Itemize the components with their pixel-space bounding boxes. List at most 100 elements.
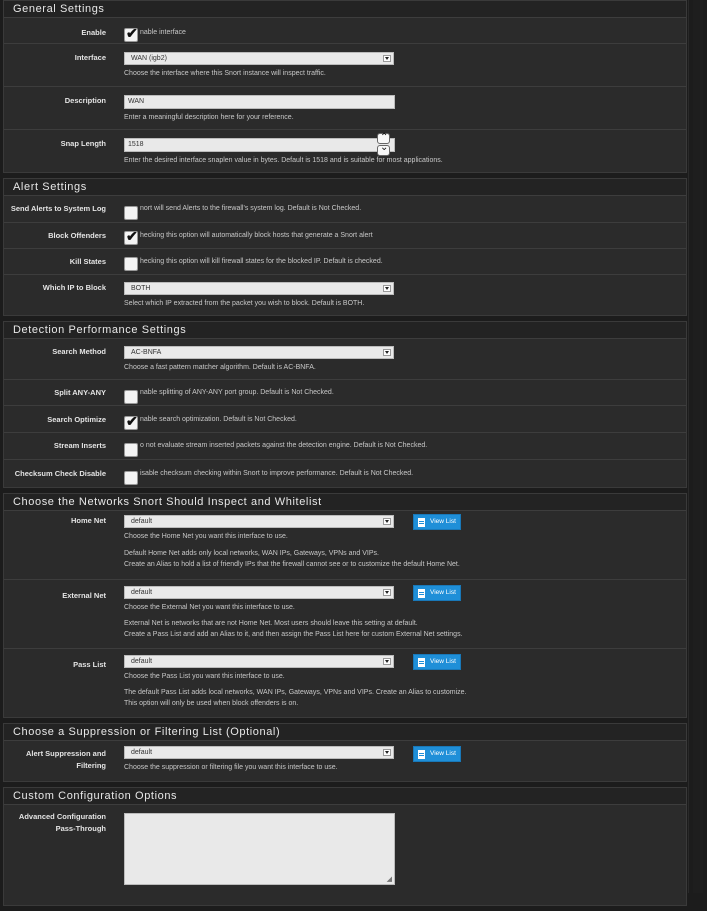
detection-settings-panel: Detection Performance Settings Search Me…	[3, 321, 687, 488]
external-net-select[interactable]: default	[124, 586, 394, 599]
search-optimize-row: Search Optimize ✔ nable search optimizat…	[4, 406, 686, 433]
which-ip-select[interactable]: BOTH	[124, 282, 394, 295]
document-icon	[418, 518, 425, 527]
external-net-row: External Net default Choose the External…	[4, 580, 686, 649]
kill-states-checkbox[interactable]	[124, 257, 138, 271]
help-text: Create a Pass List and add an Alias to i…	[124, 631, 463, 638]
home-net-select[interactable]: default	[124, 515, 394, 528]
search-method-select[interactable]: AC-BNFA	[124, 346, 394, 359]
select-value: AC-BNFA	[131, 349, 162, 356]
panel-title: Alert Settings	[4, 179, 686, 196]
field-label: External Net	[62, 591, 106, 600]
field-label: Pass List	[73, 660, 106, 669]
split-checkbox[interactable]	[124, 390, 138, 404]
checkmark-icon: ✔	[126, 228, 138, 244]
interface-row: Interface WAN (igb2) Choose the interfac…	[4, 44, 686, 87]
scrollbar-thumb[interactable]	[693, 0, 703, 893]
label-line: Alert Suppression and	[25, 749, 106, 758]
chevron-down-icon	[383, 518, 391, 525]
interface-select[interactable]: WAN (igb2)	[124, 52, 394, 65]
view-list-button[interactable]: View List	[413, 514, 461, 530]
panel-title: General Settings	[4, 1, 686, 18]
chevron-down-icon	[383, 285, 391, 292]
button-label: View List	[430, 589, 456, 596]
select-value: default	[131, 658, 153, 665]
document-icon	[418, 589, 425, 598]
checksum-row: Checksum Check Disable isable checksum c…	[4, 460, 686, 487]
label-line: Filtering	[76, 761, 106, 770]
kill-states-row: Kill States hecking this option will kil…	[4, 249, 686, 275]
enable-text: nable interface	[140, 29, 186, 36]
input-value: 1518	[128, 141, 144, 148]
checkbox-text: hecking this option will automatically b…	[140, 232, 373, 239]
pass-list-select[interactable]: default	[124, 655, 394, 668]
help-text: Select which IP extracted from the packe…	[124, 300, 365, 307]
suppression-select[interactable]: default	[124, 746, 394, 759]
field-label: Search Method	[52, 347, 106, 356]
button-label: View List	[430, 658, 456, 665]
stream-inserts-checkbox[interactable]	[124, 443, 138, 457]
which-ip-row: Which IP to Block BOTH Select which IP e…	[4, 275, 686, 315]
panel-title: Choose the Networks Snort Should Inspect…	[4, 494, 686, 511]
settings-page: General Settings Enable ✔ nable interfac…	[3, 0, 687, 911]
split-row: Split ANY-ANY nable splitting of ANY-ANY…	[4, 380, 686, 406]
checkbox-text: nable splitting of ANY-ANY port group. D…	[140, 389, 334, 396]
snaplen-row: Snap Length 1518 ⌃ ⌄ Enter the desired i…	[4, 130, 686, 172]
search-optimize-checkbox[interactable]: ✔	[124, 413, 138, 430]
select-value: BOTH	[131, 285, 151, 292]
help-text: Choose the suppression or filtering file…	[124, 764, 338, 771]
select-value: default	[131, 589, 153, 596]
field-label: Home Net	[70, 516, 106, 525]
help-text: Choose a fast pattern matcher algorithm.…	[124, 364, 316, 371]
field-label: Enable	[81, 28, 106, 37]
field-label: Alert Suppression and Filtering	[4, 748, 106, 772]
field-label: Interface	[74, 53, 106, 62]
help-text: Default Home Net adds only local network…	[124, 550, 379, 557]
field-label: Kill States	[69, 257, 106, 266]
stream-inserts-row: Stream Inserts o not evaluate stream ins…	[4, 433, 686, 460]
alert-settings-panel: Alert Settings Send Alerts to System Log…	[3, 178, 687, 316]
help-text: Choose the interface where this Snort in…	[124, 70, 326, 77]
help-text: Choose the External Net you want this in…	[124, 604, 295, 611]
checkbox-text: nort will send Alerts to the firewall's …	[140, 205, 362, 212]
field-label: Search Optimize	[47, 415, 106, 424]
chevron-down-icon	[383, 349, 391, 356]
block-offenders-checkbox[interactable]: ✔	[124, 228, 138, 245]
chevron-down-icon	[383, 749, 391, 756]
view-list-button[interactable]: View List	[413, 585, 461, 601]
field-label: Stream Inserts	[53, 441, 106, 450]
enable-checkbox[interactable]: ✔	[124, 25, 138, 42]
checkbox-text: nable search optimization. Default is No…	[140, 416, 297, 423]
syslog-checkbox[interactable]	[124, 206, 138, 220]
networks-panel: Choose the Networks Snort Should Inspect…	[3, 493, 687, 718]
field-label: Block Offenders	[48, 231, 106, 240]
block-offenders-row: Block Offenders ✔ hecking this option wi…	[4, 223, 686, 249]
checksum-checkbox[interactable]	[124, 471, 138, 485]
scrollbar[interactable]	[688, 0, 707, 893]
label-line: Pass-Through	[55, 824, 106, 833]
field-label: Description	[64, 96, 106, 105]
help-text: Choose the Pass List you want this inter…	[124, 673, 285, 680]
select-value: default	[131, 518, 153, 525]
snaplen-input[interactable]: 1518 ⌃ ⌄	[124, 132, 395, 156]
view-list-button[interactable]: View List	[413, 746, 461, 762]
checkbox-text: isable checksum checking within Snort to…	[140, 470, 414, 477]
description-input[interactable]: WAN	[124, 95, 395, 109]
enable-row: Enable ✔ nable interface	[4, 18, 686, 44]
view-list-button[interactable]: View List	[413, 654, 461, 670]
help-text: This option will only be used when block…	[124, 700, 299, 707]
checkmark-icon: ✔	[126, 25, 138, 41]
pass-list-row: Pass List default Choose the Pass List y…	[4, 649, 686, 717]
document-icon	[418, 750, 425, 759]
decrement-button[interactable]: ⌄	[377, 142, 390, 156]
suppression-row: Alert Suppression and Filtering default …	[4, 741, 686, 781]
suppression-panel: Choose a Suppression or Filtering List (…	[3, 723, 687, 782]
advanced-config-textarea[interactable]: ◢	[124, 813, 395, 885]
document-icon	[418, 658, 425, 667]
chevron-down-icon: ⌄	[380, 142, 389, 153]
resize-grip-icon[interactable]: ◢	[387, 875, 392, 883]
select-value: default	[131, 749, 153, 756]
checkbox-text: o not evaluate stream inserted packets a…	[140, 442, 428, 449]
chevron-down-icon	[383, 55, 391, 62]
panel-title: Choose a Suppression or Filtering List (…	[4, 724, 686, 741]
